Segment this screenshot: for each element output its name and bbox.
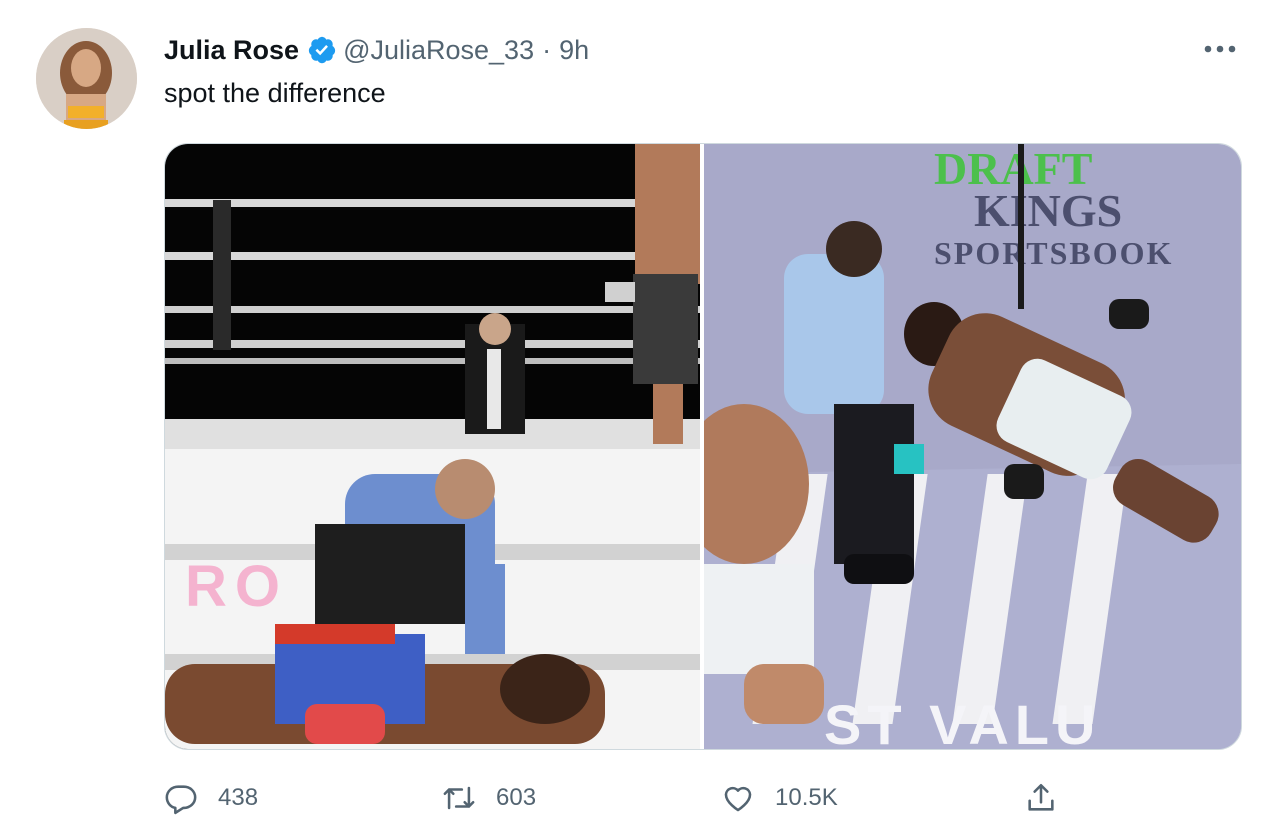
boxing-photo-right[interactable]: DRAFT KINGS SPORTSBOOK ST VALU xyxy=(679,144,1241,749)
verified-badge-icon xyxy=(307,35,337,65)
sponsor-line3: SPORTSBOOK xyxy=(934,235,1173,271)
floor-text: ST VALU xyxy=(824,693,1101,749)
tweet-media[interactable]: RO BER xyxy=(164,143,1242,750)
tweet-time[interactable]: 9h xyxy=(559,35,589,66)
separator-dot: · xyxy=(542,34,552,65)
tweet-card: Julia Rose @JuliaRose_33 · 9h spot the d… xyxy=(0,0,1280,836)
tweet-header: Julia Rose @JuliaRose_33 · 9h xyxy=(164,30,589,70)
more-button[interactable] xyxy=(1198,32,1242,66)
author-handle[interactable]: @JuliaRose_33 xyxy=(343,35,534,66)
boxing-photo-left[interactable]: RO BER xyxy=(165,144,700,749)
retweet-count: 603 xyxy=(496,784,537,811)
reply-icon xyxy=(165,785,197,815)
retweet-button[interactable]: 603 xyxy=(442,770,536,826)
tweet-actions: 438 603 10.5K xyxy=(164,770,1240,826)
reply-count: 438 xyxy=(218,784,259,811)
author-name[interactable]: Julia Rose xyxy=(164,35,299,66)
avatar[interactable] xyxy=(36,28,137,129)
like-count: 10.5K xyxy=(775,784,838,811)
sponsor-line2: KINGS xyxy=(974,185,1122,236)
retweet-icon xyxy=(443,786,475,810)
like-icon xyxy=(724,786,752,812)
more-icon xyxy=(1204,45,1236,53)
like-button[interactable]: 10.5K xyxy=(721,770,838,826)
tweet-text: spot the difference xyxy=(164,78,386,108)
share-icon xyxy=(1028,783,1054,811)
reply-button[interactable]: 438 xyxy=(164,770,258,826)
share-button[interactable] xyxy=(1024,770,1078,826)
